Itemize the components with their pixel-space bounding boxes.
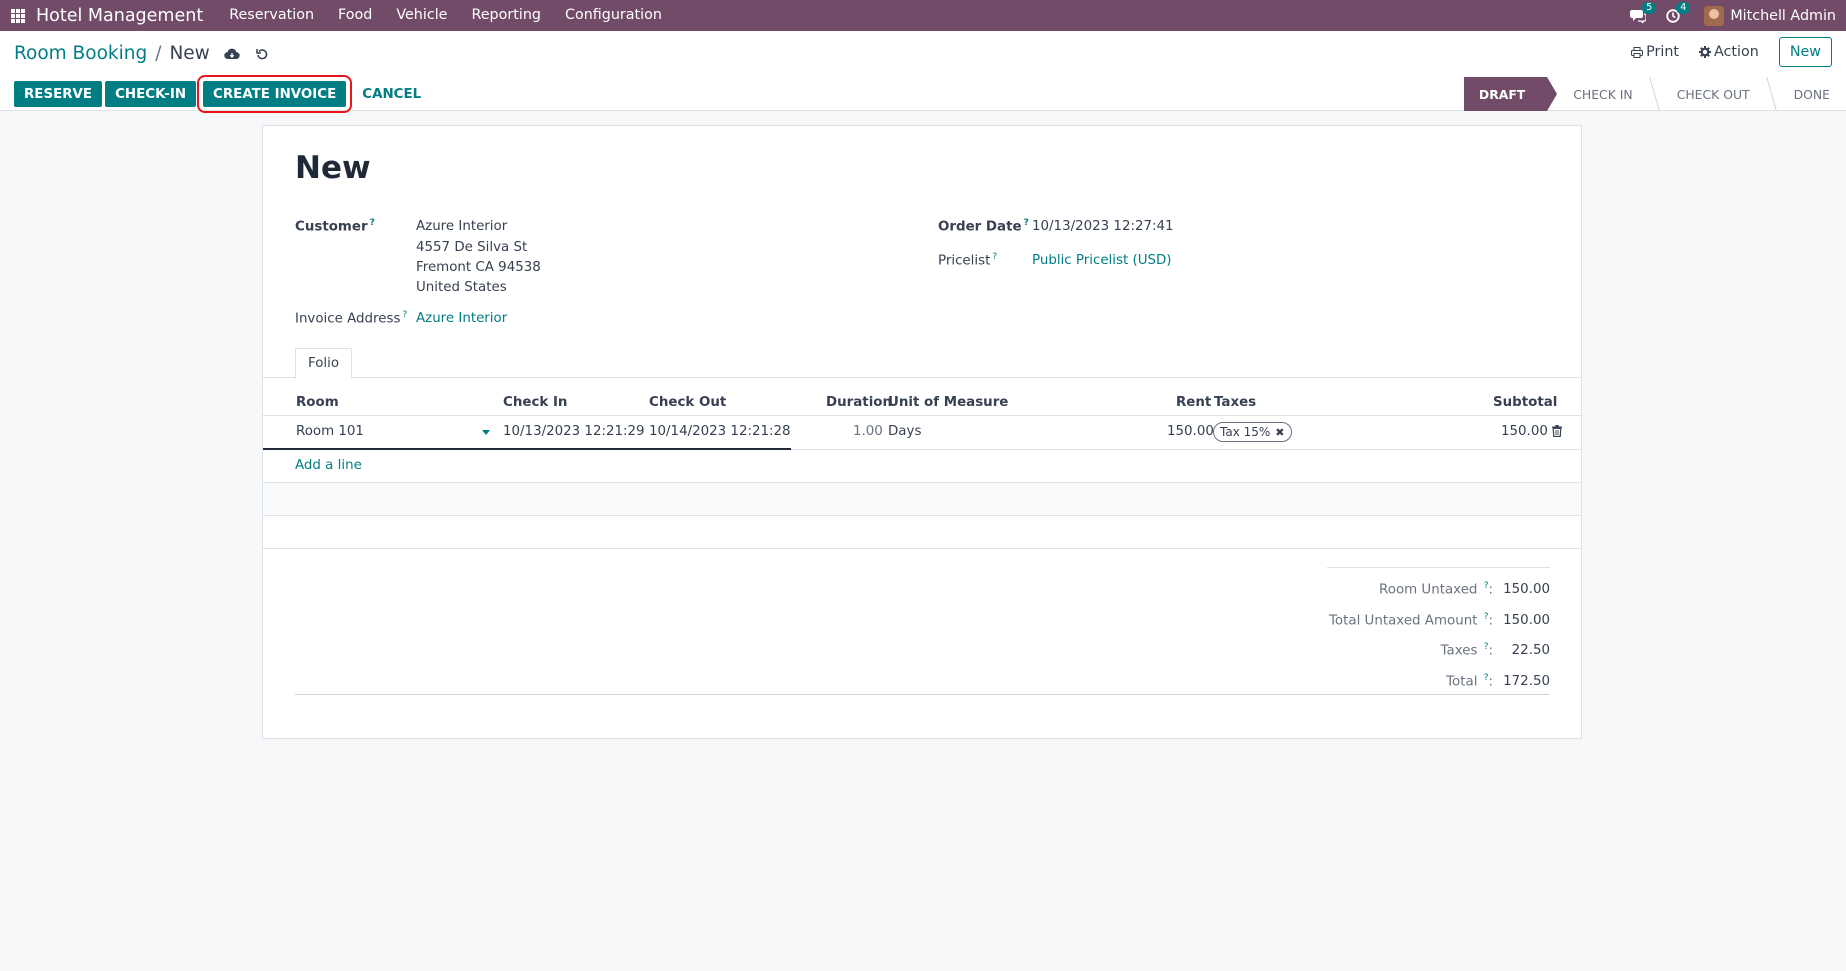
cell-room[interactable]: Room 101: [296, 424, 364, 439]
invoice-address-field[interactable]: Azure Interior: [416, 311, 507, 326]
bottom-divider: [295, 694, 1549, 695]
room-untaxed-value: 150.00: [1503, 582, 1550, 597]
taxes-label: Taxes ?:: [1440, 642, 1493, 659]
form-sheet: New Customer? Azure Interior 4557 De Sil…: [262, 125, 1582, 739]
col-rent[interactable]: Rent: [1176, 395, 1211, 410]
main-menu: Reservation Food Vehicle Reporting Confi…: [217, 0, 674, 31]
gear-icon: [1699, 46, 1712, 58]
add-line-link[interactable]: Add a line: [295, 458, 362, 473]
notebook-tabs: Folio: [263, 348, 1581, 379]
create-invoice-button[interactable]: CREATE INVOICE: [197, 75, 353, 113]
stage-check-out[interactable]: CHECK OUT: [1655, 77, 1772, 111]
col-check-out[interactable]: Check Out: [649, 395, 726, 410]
stage-draft[interactable]: DRAFT: [1463, 77, 1558, 111]
reserve-button[interactable]: RESERVE: [14, 81, 103, 107]
record-title[interactable]: New: [295, 150, 371, 186]
cancel-button[interactable]: CANCEL: [362, 87, 421, 102]
breadcrumb-parent[interactable]: Room Booking: [14, 43, 147, 64]
breadcrumb-current: New: [169, 43, 210, 64]
control-panel: Room Booking / New Print Action New RESE…: [0, 31, 1846, 113]
activities-badge: 4: [1676, 1, 1691, 14]
remove-tag-icon[interactable]: ✖: [1275, 426, 1284, 439]
totals-divider: [1327, 567, 1550, 568]
folio-table-header: Room Check In Check Out Duration Unit of…: [263, 390, 1581, 416]
taxes-value: 22.50: [1511, 643, 1550, 658]
cell-uom[interactable]: Days: [888, 424, 921, 439]
customer-label: Customer?: [295, 218, 375, 235]
col-taxes[interactable]: Taxes: [1214, 395, 1256, 410]
col-subtotal[interactable]: Subtotal: [1493, 395, 1557, 410]
total-untaxed-value: 150.00: [1503, 613, 1550, 628]
user-name[interactable]: Mitchell Admin: [1730, 8, 1836, 24]
discard-undo-icon[interactable]: [256, 47, 268, 60]
breadcrumb-separator: /: [155, 43, 162, 64]
action-button[interactable]: Action: [1699, 44, 1759, 60]
col-room[interactable]: Room: [296, 395, 339, 410]
room-dropdown-caret-icon[interactable]: [482, 430, 490, 435]
tab-folio[interactable]: Folio: [295, 348, 353, 379]
col-uom[interactable]: Unit of Measure: [888, 395, 1008, 410]
breadcrumb: Room Booking / New: [14, 43, 268, 64]
action-label: Action: [1714, 44, 1759, 60]
delete-row-trash-icon[interactable]: [1552, 425, 1562, 437]
total-untaxed-label: Total Untaxed Amount ?:: [1329, 612, 1493, 629]
total-label: Total ?:: [1446, 673, 1493, 690]
pricelist-label: Pricelist?: [938, 252, 998, 269]
print-label: Print: [1646, 44, 1680, 60]
cell-check-in[interactable]: 10/13/2023 12:21:29: [503, 424, 645, 439]
col-duration[interactable]: Duration: [826, 395, 892, 410]
status-buttons: RESERVE CHECK-IN CREATE INVOICE CANCEL: [14, 75, 421, 113]
apps-grid-icon[interactable]: [11, 8, 25, 23]
top-navbar: Hotel Management Reservation Food Vehicl…: [0, 0, 1846, 31]
order-date-field[interactable]: 10/13/2023 12:27:41: [1032, 219, 1174, 234]
stage-done[interactable]: DONE: [1772, 77, 1846, 111]
table-row[interactable]: Room 101 10/13/2023 12:21:29 10/14/2023 …: [263, 416, 1581, 450]
stage-check-in[interactable]: CHECK IN: [1547, 77, 1654, 111]
new-button[interactable]: New: [1778, 37, 1832, 67]
print-button[interactable]: Print: [1631, 44, 1679, 60]
customer-street: 4557 De Silva St: [416, 240, 528, 255]
tax-tag[interactable]: Tax 15% ✖: [1213, 422, 1292, 442]
menu-reporting[interactable]: Reporting: [459, 0, 553, 31]
tax-tag-label: Tax 15%: [1220, 425, 1271, 439]
printer-icon: [1631, 46, 1644, 58]
menu-reservation[interactable]: Reservation: [217, 0, 326, 31]
add-line-row: Add a line: [263, 450, 1581, 483]
customer-field[interactable]: Azure Interior: [416, 219, 507, 234]
cell-subtotal: 150.00: [1501, 424, 1548, 439]
cell-duration[interactable]: 1.00: [853, 424, 883, 439]
checkin-button[interactable]: CHECK-IN: [105, 81, 197, 107]
app-name[interactable]: Hotel Management: [36, 6, 203, 26]
col-check-in[interactable]: Check In: [503, 395, 567, 410]
empty-row: [263, 483, 1581, 516]
total-value: 172.50: [1503, 674, 1550, 689]
menu-vehicle[interactable]: Vehicle: [384, 0, 459, 31]
room-untaxed-label: Room Untaxed ?:: [1379, 581, 1493, 598]
activities-button[interactable]: 4: [1666, 1, 1691, 23]
cell-rent[interactable]: 150.00: [1167, 424, 1214, 439]
messages-badge: 5: [1642, 1, 1657, 14]
messages-button[interactable]: 5: [1630, 1, 1657, 23]
order-date-label: Order Date?: [938, 218, 1029, 235]
menu-configuration[interactable]: Configuration: [553, 0, 674, 31]
empty-row: [263, 516, 1581, 549]
save-cloud-icon[interactable]: [224, 48, 240, 60]
menu-food[interactable]: Food: [326, 0, 384, 31]
status-pipeline: DRAFT CHECK IN CHECK OUT DONE: [1463, 77, 1846, 111]
customer-country: United States: [416, 280, 507, 295]
pricelist-field[interactable]: Public Pricelist (USD): [1032, 253, 1172, 268]
invoice-address-label: Invoice Address?: [295, 310, 408, 327]
user-avatar[interactable]: [1704, 5, 1725, 26]
customer-city: Fremont CA 94538: [416, 260, 541, 275]
cell-check-out[interactable]: 10/14/2023 12:21:28: [649, 424, 791, 439]
